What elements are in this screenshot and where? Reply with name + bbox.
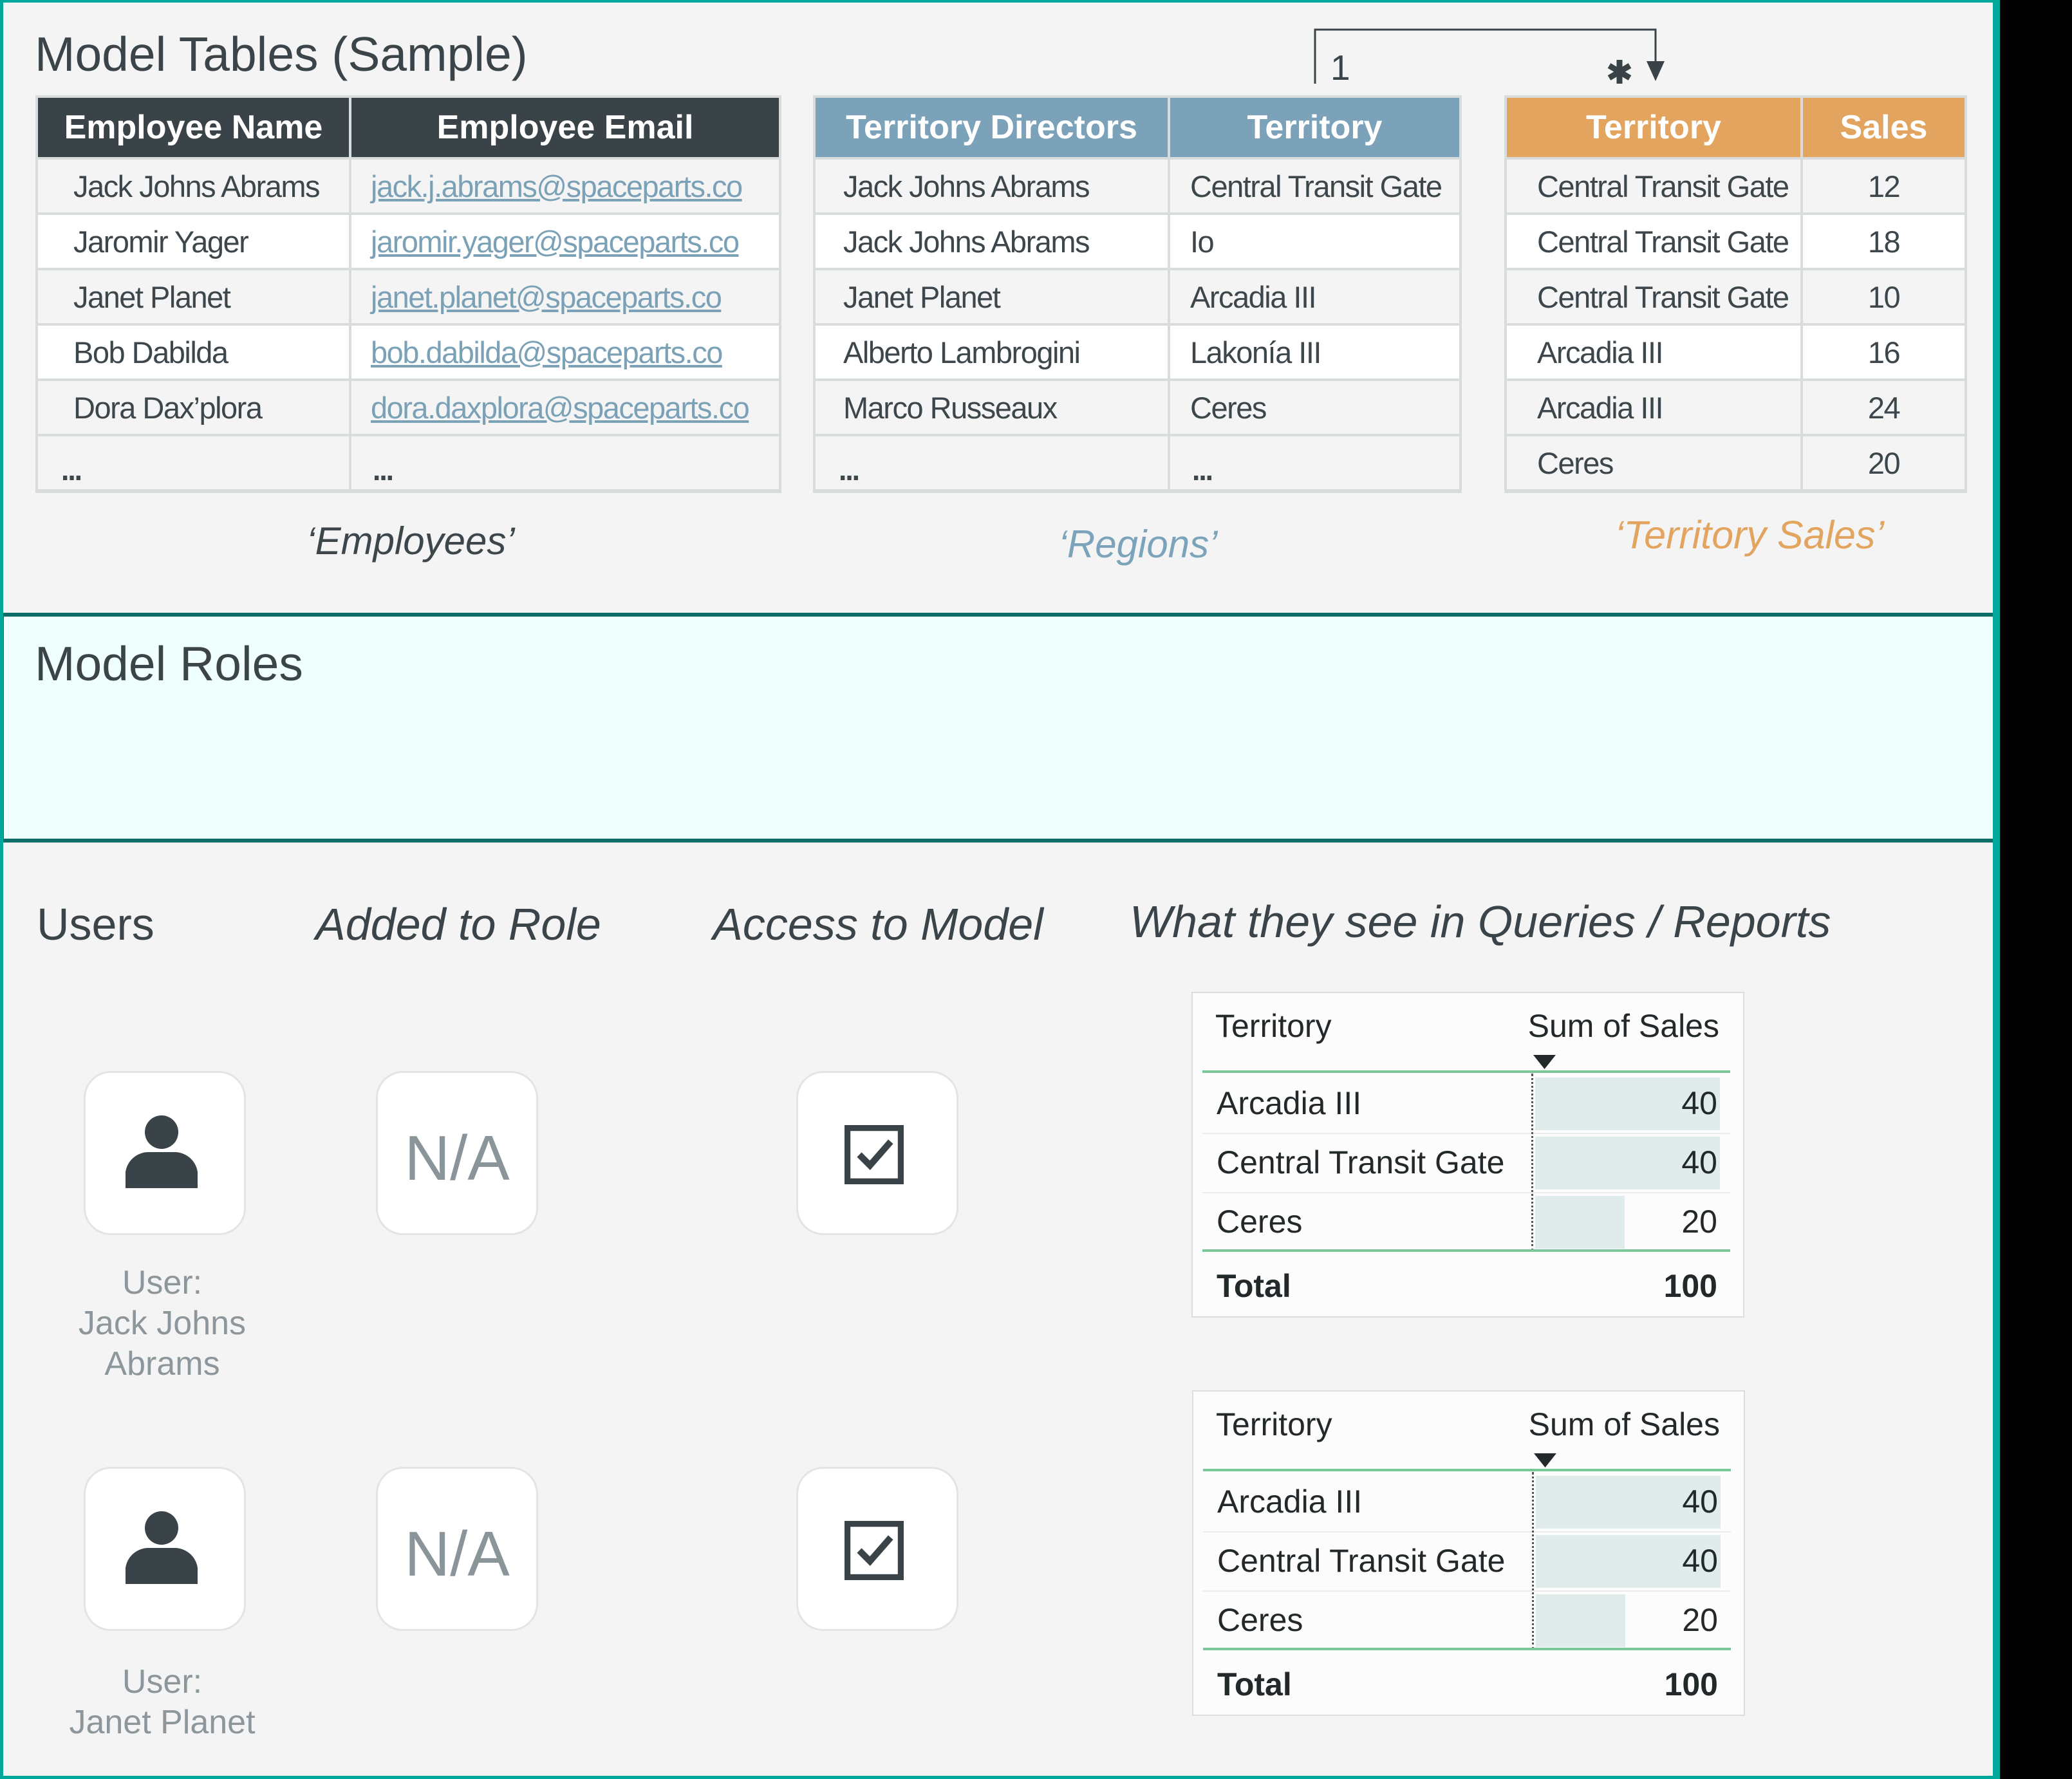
svg-text:1: 1 [1330,48,1350,88]
